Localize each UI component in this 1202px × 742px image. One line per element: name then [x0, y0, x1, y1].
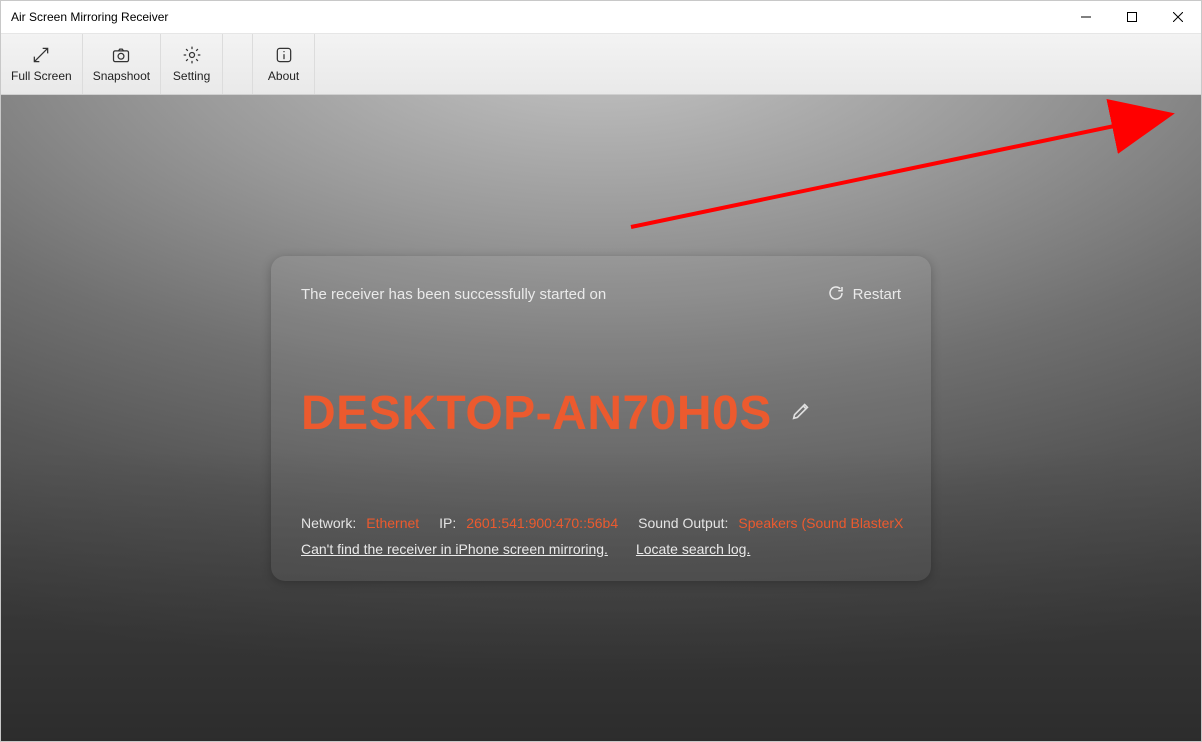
fullscreen-label: Full Screen	[11, 69, 72, 83]
device-name: DESKTOP-AN70H0S	[301, 386, 772, 441]
info-icon	[274, 45, 294, 65]
setting-button[interactable]: Setting	[161, 34, 223, 94]
locate-log-link[interactable]: Locate search log.	[636, 541, 750, 557]
minimize-button[interactable]	[1063, 1, 1109, 33]
status-text: The receiver has been successfully start…	[301, 286, 606, 303]
window-title: Air Screen Mirroring Receiver	[11, 10, 168, 24]
sound-output-label: Sound Output:	[638, 515, 728, 531]
ip-value: 2601:541:900:470::56b4	[466, 515, 618, 531]
network-label: Network:	[301, 515, 356, 531]
ip-label: IP:	[439, 515, 456, 531]
snapshot-label: Snapshoot	[93, 69, 150, 83]
about-button[interactable]: About	[253, 34, 315, 94]
snapshot-button[interactable]: Snapshoot	[83, 34, 161, 94]
help-links: Can't find the receiver in iPhone screen…	[301, 541, 901, 557]
expand-icon	[31, 45, 51, 65]
gear-icon	[182, 45, 202, 65]
network-value: Ethernet	[366, 515, 419, 531]
camera-icon	[111, 45, 131, 65]
maximize-button[interactable]	[1109, 1, 1155, 33]
setting-label: Setting	[173, 69, 210, 83]
close-button[interactable]	[1155, 1, 1201, 33]
fullscreen-button[interactable]: Full Screen	[1, 34, 83, 94]
restart-button[interactable]: Restart	[827, 284, 901, 306]
help-link[interactable]: Can't find the receiver in iPhone screen…	[301, 541, 608, 557]
main-area: The receiver has been successfully start…	[1, 95, 1201, 741]
restart-icon	[827, 284, 845, 306]
sound-output-value: Speakers (Sound BlasterX	[738, 515, 903, 531]
edit-name-button[interactable]	[790, 400, 812, 427]
app-window: Air Screen Mirroring Receiver Full Scree…	[0, 0, 1202, 742]
toolbar: Full Screen Snapshoot Setting About	[1, 33, 1201, 95]
info-row: Network: Ethernet IP: 2601:541:900:470::…	[301, 515, 901, 531]
titlebar: Air Screen Mirroring Receiver	[1, 1, 1201, 33]
restart-label: Restart	[853, 286, 901, 303]
status-card: The receiver has been successfully start…	[271, 256, 931, 581]
about-label: About	[268, 69, 299, 83]
